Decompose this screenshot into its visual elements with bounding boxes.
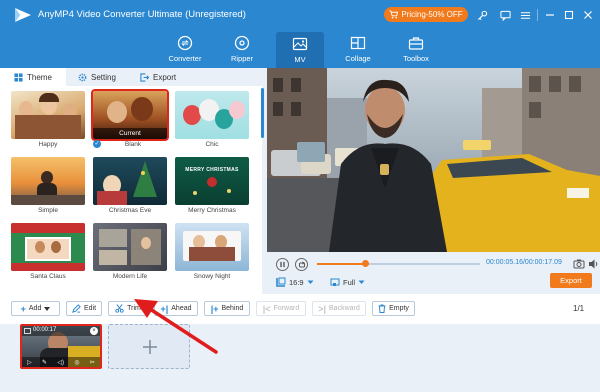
current-overlay: Current xyxy=(93,128,167,139)
title-divider xyxy=(537,9,538,21)
theme-icon xyxy=(14,72,23,82)
loop-icon xyxy=(298,260,305,267)
export-button[interactable]: Export xyxy=(550,273,592,288)
aspect-value: 16:9 xyxy=(289,277,304,287)
ripper-icon xyxy=(234,35,250,51)
title-bar: AnyMP4 Video Converter Ultimate (Unregis… xyxy=(0,0,600,30)
zoom-icon xyxy=(330,278,340,286)
theme-snowy-night-label: Snowy Night xyxy=(193,273,231,280)
time-readout: 00:00:05.16/00:00:17.09 xyxy=(486,259,562,266)
theme-merry-christmas-label: Merry Christmas xyxy=(188,207,236,214)
collage-icon xyxy=(350,36,366,50)
player-controls: 00:00:05.16/00:00:17.09 16:9 Full Export xyxy=(267,252,600,294)
forward-icon: |< xyxy=(262,303,271,314)
volume-icon[interactable] xyxy=(588,258,599,270)
nav-converter[interactable]: Converter xyxy=(161,30,209,68)
nav-ripper-label: Ripper xyxy=(230,54,254,63)
app-logo-icon xyxy=(15,8,31,22)
theme-christmas-eve[interactable] xyxy=(93,157,167,205)
progress-knob[interactable] xyxy=(362,260,370,267)
page-indicator: 1/1 xyxy=(573,304,585,313)
theme-modern-life-label: Modern Life xyxy=(112,273,148,280)
theme-snowy-night[interactable] xyxy=(175,223,249,271)
theme-santa-claus-label: Santa Claus xyxy=(30,273,66,280)
pricing-label: Pricing-50% OFF xyxy=(401,10,463,19)
main-nav: Converter Ripper MV Collage Toolbox xyxy=(0,30,600,68)
theme-scrollbar[interactable] xyxy=(261,88,264,138)
backward-label: Backward xyxy=(329,305,360,312)
tab-theme[interactable]: Theme xyxy=(0,68,66,86)
mv-side-panel: Theme Setting Export Happy Current ✓ Bla… xyxy=(0,68,267,294)
trash-icon xyxy=(378,304,386,313)
forward-button[interactable]: |< Forward xyxy=(256,301,306,316)
tab-export-label: Export xyxy=(153,72,177,82)
maximize-icon[interactable] xyxy=(561,7,577,23)
theme-happy-label: Happy xyxy=(38,141,58,148)
nav-collage-label: Collage xyxy=(345,54,371,63)
theme-happy[interactable] xyxy=(11,91,85,139)
forward-label: Forward xyxy=(273,305,300,312)
toolbox-icon xyxy=(408,37,424,50)
pause-button[interactable] xyxy=(276,258,289,271)
theme-merry-christmas[interactable]: MERRY CHRISTMAS xyxy=(175,157,249,205)
theme-christmas-eve-label: Christmas Eve xyxy=(108,207,152,214)
tab-export[interactable]: Export xyxy=(128,68,190,86)
theme-blank-label: Blank xyxy=(124,141,142,148)
cart-icon xyxy=(389,10,399,19)
theme-modern-life[interactable] xyxy=(93,223,167,271)
zoom-select[interactable]: Full xyxy=(330,276,365,288)
theme-blank[interactable]: Current xyxy=(91,89,169,141)
tab-setting-label: Setting xyxy=(91,72,116,82)
empty-button[interactable]: Empty xyxy=(372,301,415,316)
zoom-value: Full xyxy=(343,277,356,287)
red-arrow-annotation xyxy=(134,299,218,354)
menu-icon[interactable] xyxy=(517,7,533,23)
progress-fill xyxy=(317,263,366,265)
backward-icon: >| xyxy=(318,303,327,314)
nav-mv[interactable]: MV xyxy=(276,32,324,68)
nav-mv-label: MV xyxy=(294,55,306,64)
theme-chic-label: Chic xyxy=(205,141,219,148)
loop-button[interactable] xyxy=(295,258,308,271)
tab-theme-label: Theme xyxy=(27,72,52,82)
chevron-down-icon xyxy=(358,280,365,284)
snapshot-icon[interactable] xyxy=(573,258,585,270)
gear-icon xyxy=(78,73,87,81)
theme-chic[interactable] xyxy=(175,91,249,139)
theme-simple[interactable] xyxy=(11,157,85,205)
aspect-icon xyxy=(276,277,286,287)
nav-toolbox[interactable]: Toolbox xyxy=(392,30,440,68)
minimize-icon[interactable] xyxy=(542,7,558,23)
panel-tabs: Theme Setting Export xyxy=(0,68,267,86)
nav-collage[interactable]: Collage xyxy=(334,30,382,68)
tab-setting[interactable]: Setting xyxy=(66,68,128,86)
backward-button[interactable]: >| Backward xyxy=(312,301,366,316)
clip-timeline: 00:00:17 × ▷ ✎ ◁) ◎ ✂ xyxy=(0,299,600,392)
converter-icon xyxy=(177,35,193,51)
close-icon[interactable] xyxy=(580,7,596,23)
merry-christmas-text: MERRY CHRISTMAS xyxy=(185,167,239,173)
pricing-button[interactable]: Pricing-50% OFF xyxy=(384,7,468,22)
progress-track[interactable] xyxy=(317,260,480,267)
app-title: AnyMP4 Video Converter Ultimate (Unregis… xyxy=(38,9,246,20)
aspect-select[interactable]: 16:9 xyxy=(276,276,314,288)
chevron-down-icon xyxy=(307,280,314,284)
nav-toolbox-label: Toolbox xyxy=(403,54,429,63)
nav-ripper[interactable]: Ripper xyxy=(218,30,266,68)
pause-icon xyxy=(280,261,285,268)
empty-label: Empty xyxy=(389,305,409,312)
theme-simple-label: Simple xyxy=(38,207,58,214)
theme-santa-claus[interactable] xyxy=(11,223,85,271)
theme-grid: Happy Current ✓ Blank Chic Simple Christ… xyxy=(0,86,262,294)
nav-converter-label: Converter xyxy=(168,54,202,63)
mv-icon xyxy=(292,37,308,51)
key-icon[interactable] xyxy=(474,7,490,23)
video-preview xyxy=(267,68,600,252)
preview-frame xyxy=(267,68,600,252)
feedback-icon[interactable] xyxy=(497,7,513,23)
export-icon xyxy=(140,72,149,82)
